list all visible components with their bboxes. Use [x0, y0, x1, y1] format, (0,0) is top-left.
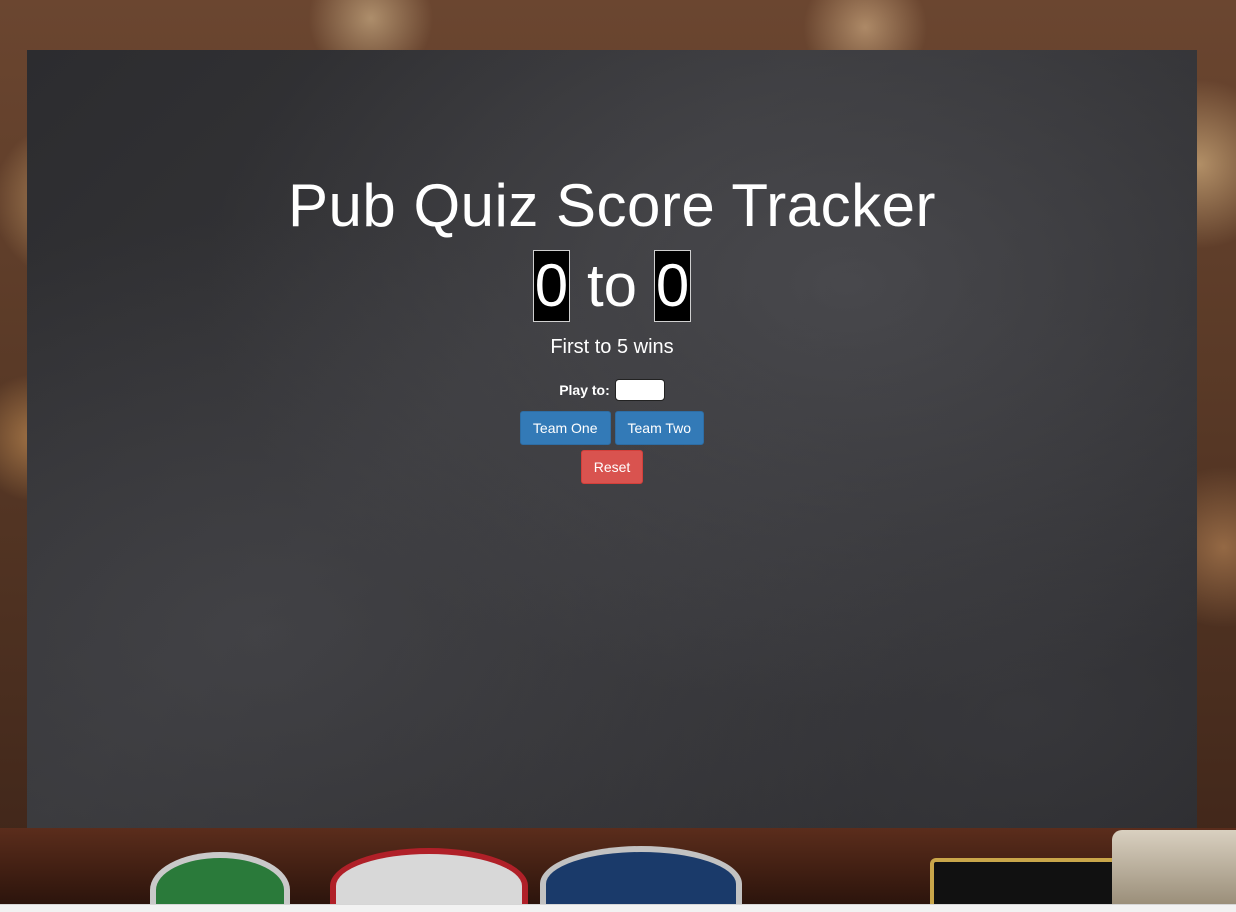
beer-tap-decoration: [540, 846, 742, 912]
team-buttons: Team One Team Two: [27, 411, 1197, 445]
play-to-label: Play to:: [559, 382, 610, 398]
beer-tap-decoration: [1112, 830, 1236, 904]
page-background: Pub Quiz Score Tracker 0 to 0 First to 5…: [0, 0, 1236, 912]
play-to-control: Play to:: [27, 378, 1197, 402]
chalkboard-panel: Pub Quiz Score Tracker 0 to 0 First to 5…: [27, 50, 1197, 828]
reset-row: Reset: [27, 450, 1197, 484]
score-tracker: Pub Quiz Score Tracker 0 to 0 First to 5…: [27, 50, 1197, 484]
reset-button[interactable]: Reset: [580, 450, 644, 484]
winning-score-message: First to 5 wins: [550, 336, 674, 358]
team-one-score: 0: [532, 250, 570, 322]
play-to-input[interactable]: [614, 379, 665, 401]
page-title: Pub Quiz Score Tracker: [288, 172, 936, 239]
score-separator: to: [586, 252, 638, 319]
score-display: 0 to 0: [27, 250, 1197, 322]
team-two-button[interactable]: Team Two: [614, 411, 705, 445]
team-one-button[interactable]: Team One: [519, 411, 611, 445]
team-two-score: 0: [654, 250, 692, 322]
window-bottom-strip: [0, 904, 1236, 912]
beer-tap-decoration: [930, 858, 1118, 908]
